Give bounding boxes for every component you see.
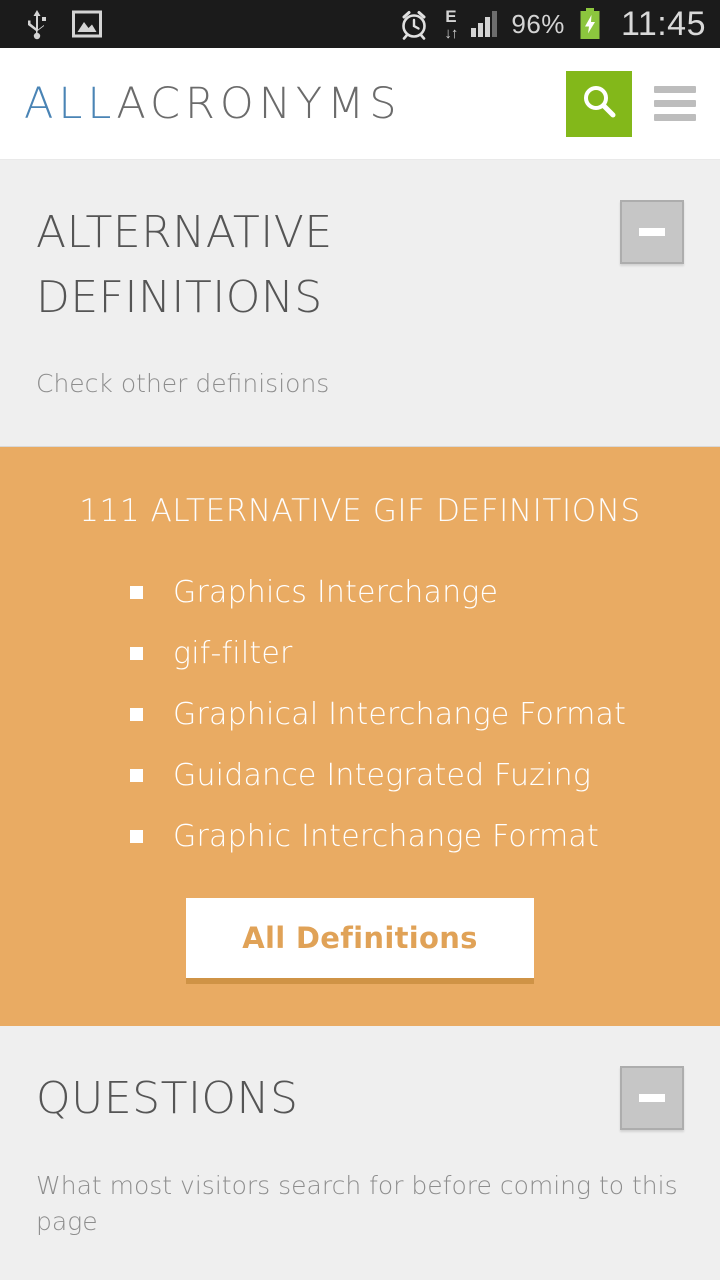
collapse-questions-button[interactable]	[620, 1066, 684, 1131]
usb-icon	[24, 8, 50, 40]
alarm-icon	[398, 8, 430, 40]
search-button[interactable]	[566, 70, 632, 137]
definitions-list: Graphics Interchange gif-filter Graphica…	[0, 575, 720, 854]
questions-subtitle: What most visitors search for before com…	[36, 1170, 678, 1236]
menu-icon-bar-3	[654, 114, 696, 121]
menu-icon-bar-2	[654, 100, 696, 107]
site-logo[interactable]: ALL ACRONYMS	[24, 79, 402, 129]
questions-section: QUESTIONS What most visitors search for …	[0, 1026, 720, 1280]
logo-text-all: ALL	[24, 78, 117, 129]
page-title: ALTERNATIVE DEFINITIONS	[36, 207, 333, 324]
menu-icon-bar-1	[654, 86, 696, 93]
alternative-definitions-panel: 111 ALTERNATIVE GIF DEFINITIONS Graphics…	[0, 446, 720, 1027]
panel-heading: 111 ALTERNATIVE GIF DEFINITIONS	[79, 493, 641, 530]
bullet-icon	[130, 586, 143, 600]
list-item[interactable]: Graphical Interchange Format	[130, 697, 720, 732]
gallery-icon	[72, 10, 102, 38]
network-arrows: ↓↑	[444, 24, 458, 42]
site-header: ALL ACRONYMS	[0, 48, 720, 160]
status-bar-left-icons	[24, 8, 102, 40]
battery-percent-label: 96%	[511, 8, 565, 39]
all-definitions-button[interactable]: All Definitions	[186, 898, 534, 985]
alternative-definitions-section: ALTERNATIVE DEFINITIONS Check other defi…	[0, 160, 720, 447]
list-item[interactable]: gif-filter	[130, 636, 720, 671]
list-item-label: Graphic Interchange Format	[173, 819, 599, 855]
battery-charging-icon	[579, 8, 601, 40]
collapse-alternative-definitions-button[interactable]	[620, 200, 684, 264]
status-bar-clock: 11:45	[620, 4, 706, 43]
list-item-label: Graphical Interchange Format	[173, 697, 627, 733]
search-icon	[580, 83, 618, 124]
bullet-icon	[130, 830, 143, 844]
header-actions	[566, 70, 700, 137]
list-item-label: Graphics Interchange	[173, 575, 499, 611]
signal-icon	[471, 11, 498, 37]
questions-title: QUESTIONS	[36, 1073, 299, 1125]
bullet-icon	[130, 708, 143, 722]
edge-network-icon: E ↓↑	[444, 6, 458, 42]
list-item[interactable]: Graphics Interchange	[130, 575, 720, 610]
android-status-bar: E ↓↑ 96% 11:45	[0, 0, 720, 48]
bullet-icon	[130, 769, 143, 783]
list-item[interactable]: Guidance Integrated Fuzing	[130, 758, 720, 793]
page-subtitle: Check other definisions	[36, 369, 330, 399]
logo-text-acronyms: ACRONYMS	[116, 78, 402, 129]
list-item-label: gif-filter	[173, 636, 293, 672]
status-bar-right-icons: E ↓↑ 96% 11:45	[398, 5, 706, 44]
list-item-label: Guidance Integrated Fuzing	[173, 758, 592, 794]
menu-button[interactable]	[654, 86, 700, 121]
bullet-icon	[130, 647, 143, 661]
list-item[interactable]: Graphic Interchange Format	[130, 819, 720, 854]
network-type-label: E	[445, 6, 457, 26]
minus-icon	[639, 1094, 665, 1103]
minus-icon	[639, 228, 665, 236]
all-definitions-button-wrap: All Definitions	[0, 898, 720, 985]
